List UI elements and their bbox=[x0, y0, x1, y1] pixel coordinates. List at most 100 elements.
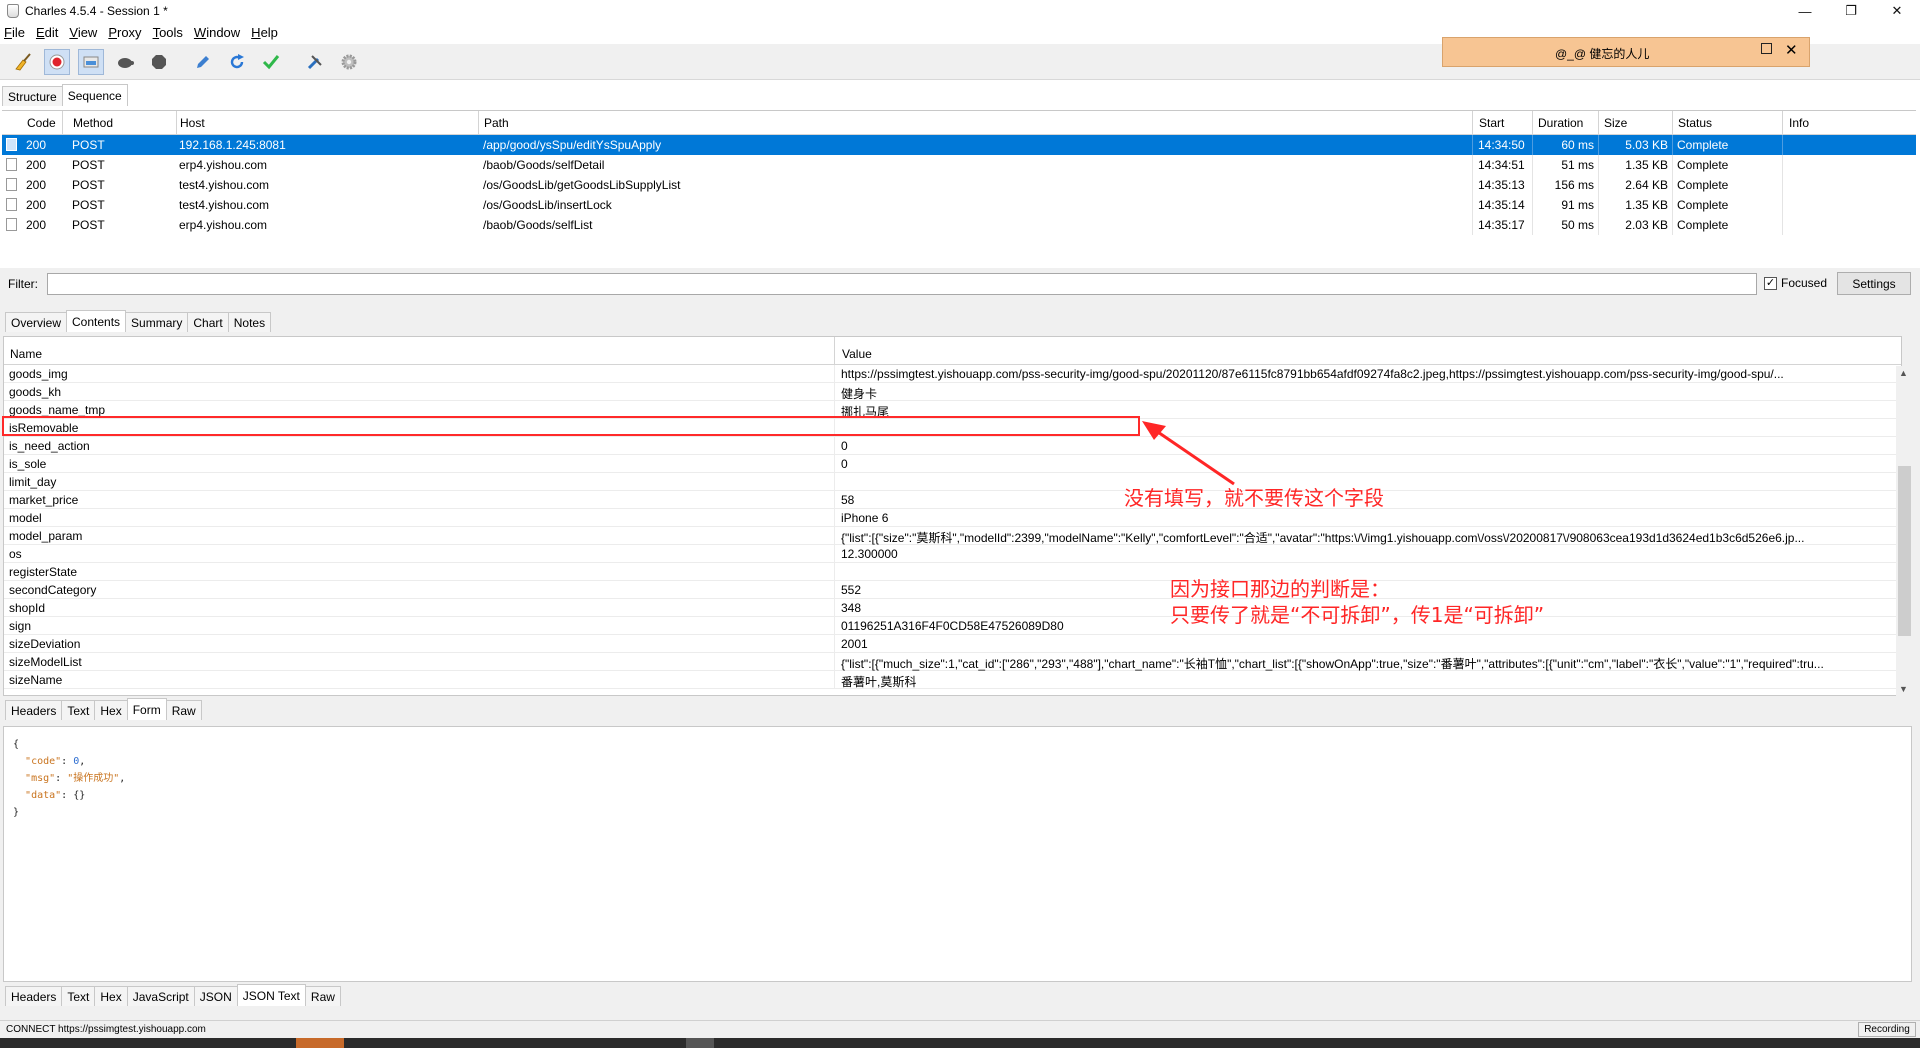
table-row[interactable]: sizeName 番薯叶,莫斯科 bbox=[4, 671, 1901, 689]
col-duration[interactable]: Duration bbox=[1538, 116, 1583, 130]
sequence-row[interactable]: 200 POST erp4.yishou.com /baob/Goods/sel… bbox=[2, 215, 1916, 235]
record-icon[interactable] bbox=[44, 48, 70, 75]
pen-icon[interactable] bbox=[190, 49, 216, 75]
menu-view[interactable]: View bbox=[69, 25, 97, 40]
close-button[interactable]: ✕ bbox=[1874, 0, 1920, 22]
table-row[interactable]: market_price 58 bbox=[4, 491, 1901, 509]
refresh-icon[interactable] bbox=[224, 49, 250, 75]
turtle-icon[interactable] bbox=[112, 49, 138, 75]
col-separator bbox=[1782, 111, 1783, 135]
focused-checkbox[interactable]: ✓ bbox=[1764, 277, 1777, 290]
table-row[interactable]: sizeModelList {"list":[{"much_size":1,"ca… bbox=[4, 653, 1901, 671]
title-bar: Charles 4.5.4 - Session 1 * — ❐ ✕ bbox=[0, 0, 1920, 22]
sequence-row[interactable]: 200 POST erp4.yishou.com /baob/Goods/sel… bbox=[2, 155, 1916, 175]
table-row[interactable]: registerState bbox=[4, 563, 1901, 581]
recording-button[interactable]: Recording bbox=[1858, 1022, 1916, 1037]
table-row[interactable]: is_sole 0 bbox=[4, 455, 1901, 473]
form-params-table: Name Value goods_img https://pssimgtest.y… bbox=[3, 336, 1902, 696]
table-row[interactable]: goods_img https://pssimgtest.yishouapp.co… bbox=[4, 365, 1901, 383]
tab-contents[interactable]: Contents bbox=[66, 310, 127, 332]
sequence-row[interactable]: 200 POST 192.168.1.245:8081 /app/good/ys… bbox=[2, 135, 1916, 155]
col-status[interactable]: Status bbox=[1678, 116, 1712, 130]
cell-code: 200 bbox=[26, 158, 47, 172]
tab-resp-text[interactable]: Text bbox=[61, 986, 96, 1006]
menu-proxy[interactable]: Proxy bbox=[108, 25, 141, 40]
tab-structure[interactable]: Structure bbox=[2, 86, 63, 106]
tab-resp-json[interactable]: JSON bbox=[193, 986, 238, 1006]
tab-chart[interactable]: Chart bbox=[187, 312, 229, 332]
cell-status: Complete bbox=[1677, 138, 1729, 152]
tab-req-headers[interactable]: Headers bbox=[5, 700, 63, 720]
table-row[interactable]: os 12.300000 bbox=[4, 545, 1901, 563]
cell-method: POST bbox=[72, 218, 105, 232]
col-info[interactable]: Info bbox=[1789, 116, 1809, 130]
menu-file[interactable]: File bbox=[4, 25, 25, 40]
cell-start: 14:35:14 bbox=[1478, 198, 1525, 212]
scroll-up-icon[interactable]: ▲ bbox=[1899, 368, 1908, 378]
menu-tools[interactable]: Tools bbox=[153, 25, 183, 40]
sequence-row[interactable]: 200 POST test4.yishou.com /os/GoodsLib/g… bbox=[2, 175, 1916, 195]
col-value[interactable]: Value bbox=[842, 347, 872, 361]
table-row[interactable]: sign 01196251A316F4F0CD58E47526089D80 bbox=[4, 617, 1901, 635]
taskbar-item[interactable] bbox=[686, 1038, 714, 1048]
table-row[interactable]: goods_kh 健身卡 bbox=[4, 383, 1901, 401]
table-row[interactable]: model iPhone 6 bbox=[4, 509, 1901, 527]
col-separator bbox=[1598, 111, 1599, 135]
tab-resp-json-text[interactable]: JSON Text bbox=[236, 984, 306, 1006]
col-method[interactable]: Method bbox=[73, 116, 113, 130]
stop-icon[interactable] bbox=[146, 49, 172, 75]
tab-req-raw[interactable]: Raw bbox=[165, 700, 202, 720]
menu-edit[interactable]: Edit bbox=[36, 25, 58, 40]
tab-req-hex[interactable]: Hex bbox=[94, 700, 128, 720]
table-row[interactable]: is_need_action 0 bbox=[4, 437, 1901, 455]
col-path[interactable]: Path bbox=[484, 116, 509, 130]
tab-overview[interactable]: Overview bbox=[5, 312, 68, 332]
taskbar-strip bbox=[0, 1038, 1920, 1048]
menu-window[interactable]: Window bbox=[194, 25, 240, 40]
sequence-row[interactable]: 200 POST test4.yishou.com /os/GoodsLib/i… bbox=[2, 195, 1916, 215]
table-row[interactable]: shopId 348 bbox=[4, 599, 1901, 617]
throttle-icon[interactable] bbox=[78, 48, 104, 75]
form-table-header: Name Value bbox=[4, 337, 1901, 365]
focused-label: Focused bbox=[1781, 276, 1828, 290]
broom-icon[interactable] bbox=[10, 49, 36, 75]
taskbar-item[interactable] bbox=[296, 1038, 344, 1048]
tab-sequence[interactable]: Sequence bbox=[61, 84, 128, 106]
check-icon[interactable] bbox=[258, 49, 284, 75]
table-row[interactable]: sizeDeviation 2001 bbox=[4, 635, 1901, 653]
gear-icon[interactable] bbox=[336, 49, 362, 75]
restore-button[interactable]: ❐ bbox=[1828, 0, 1874, 22]
filter-input[interactable] bbox=[47, 273, 1757, 295]
table-row[interactable]: secondCategory 552 bbox=[4, 581, 1901, 599]
tab-resp-javascript[interactable]: JavaScript bbox=[126, 986, 195, 1006]
tab-notes[interactable]: Notes bbox=[227, 312, 272, 332]
col-name[interactable]: Name bbox=[10, 347, 42, 361]
response-json-text[interactable]: { "code": 0, "msg": "操作成功", "data": {} } bbox=[3, 726, 1912, 982]
col-start[interactable]: Start bbox=[1479, 116, 1504, 130]
floating-close-button[interactable]: ✕ bbox=[1785, 41, 1798, 59]
menu-help[interactable]: Help bbox=[251, 25, 278, 40]
scrollbar-thumb[interactable] bbox=[1898, 466, 1911, 636]
table-row[interactable]: model_param {"list":[{"size":"莫斯科","model… bbox=[4, 527, 1901, 545]
tab-resp-hex[interactable]: Hex bbox=[94, 986, 128, 1006]
minimize-button[interactable]: — bbox=[1782, 0, 1828, 22]
tab-req-form[interactable]: Form bbox=[126, 698, 167, 720]
annotation-note-2: 因为接口那边的判断是： 只要传了就是“不可拆卸”，传1是“可拆卸” bbox=[1170, 576, 1544, 628]
document-icon bbox=[6, 198, 17, 211]
floating-widget[interactable]: @_@ 健忘的人儿 ✕ bbox=[1442, 37, 1810, 67]
col-code[interactable]: Code bbox=[27, 116, 56, 130]
contents-scrollbar[interactable]: ▲ ▼ bbox=[1896, 366, 1913, 696]
tab-req-text[interactable]: Text bbox=[61, 700, 96, 720]
floating-maximize-button[interactable] bbox=[1761, 43, 1772, 54]
tab-summary[interactable]: Summary bbox=[125, 312, 189, 332]
col-size[interactable]: Size bbox=[1604, 116, 1627, 130]
scroll-down-icon[interactable]: ▼ bbox=[1899, 684, 1908, 694]
col-host[interactable]: Host bbox=[180, 116, 205, 130]
tab-resp-headers[interactable]: Headers bbox=[5, 986, 63, 1006]
table-row[interactable]: limit_day bbox=[4, 473, 1901, 491]
settings-button[interactable]: Settings bbox=[1837, 272, 1911, 295]
sequence-header: Code Method Host Path Start Duration Siz… bbox=[2, 111, 1916, 135]
document-icon bbox=[6, 158, 17, 171]
tools-icon[interactable] bbox=[302, 49, 328, 75]
tab-resp-raw[interactable]: Raw bbox=[304, 986, 341, 1006]
